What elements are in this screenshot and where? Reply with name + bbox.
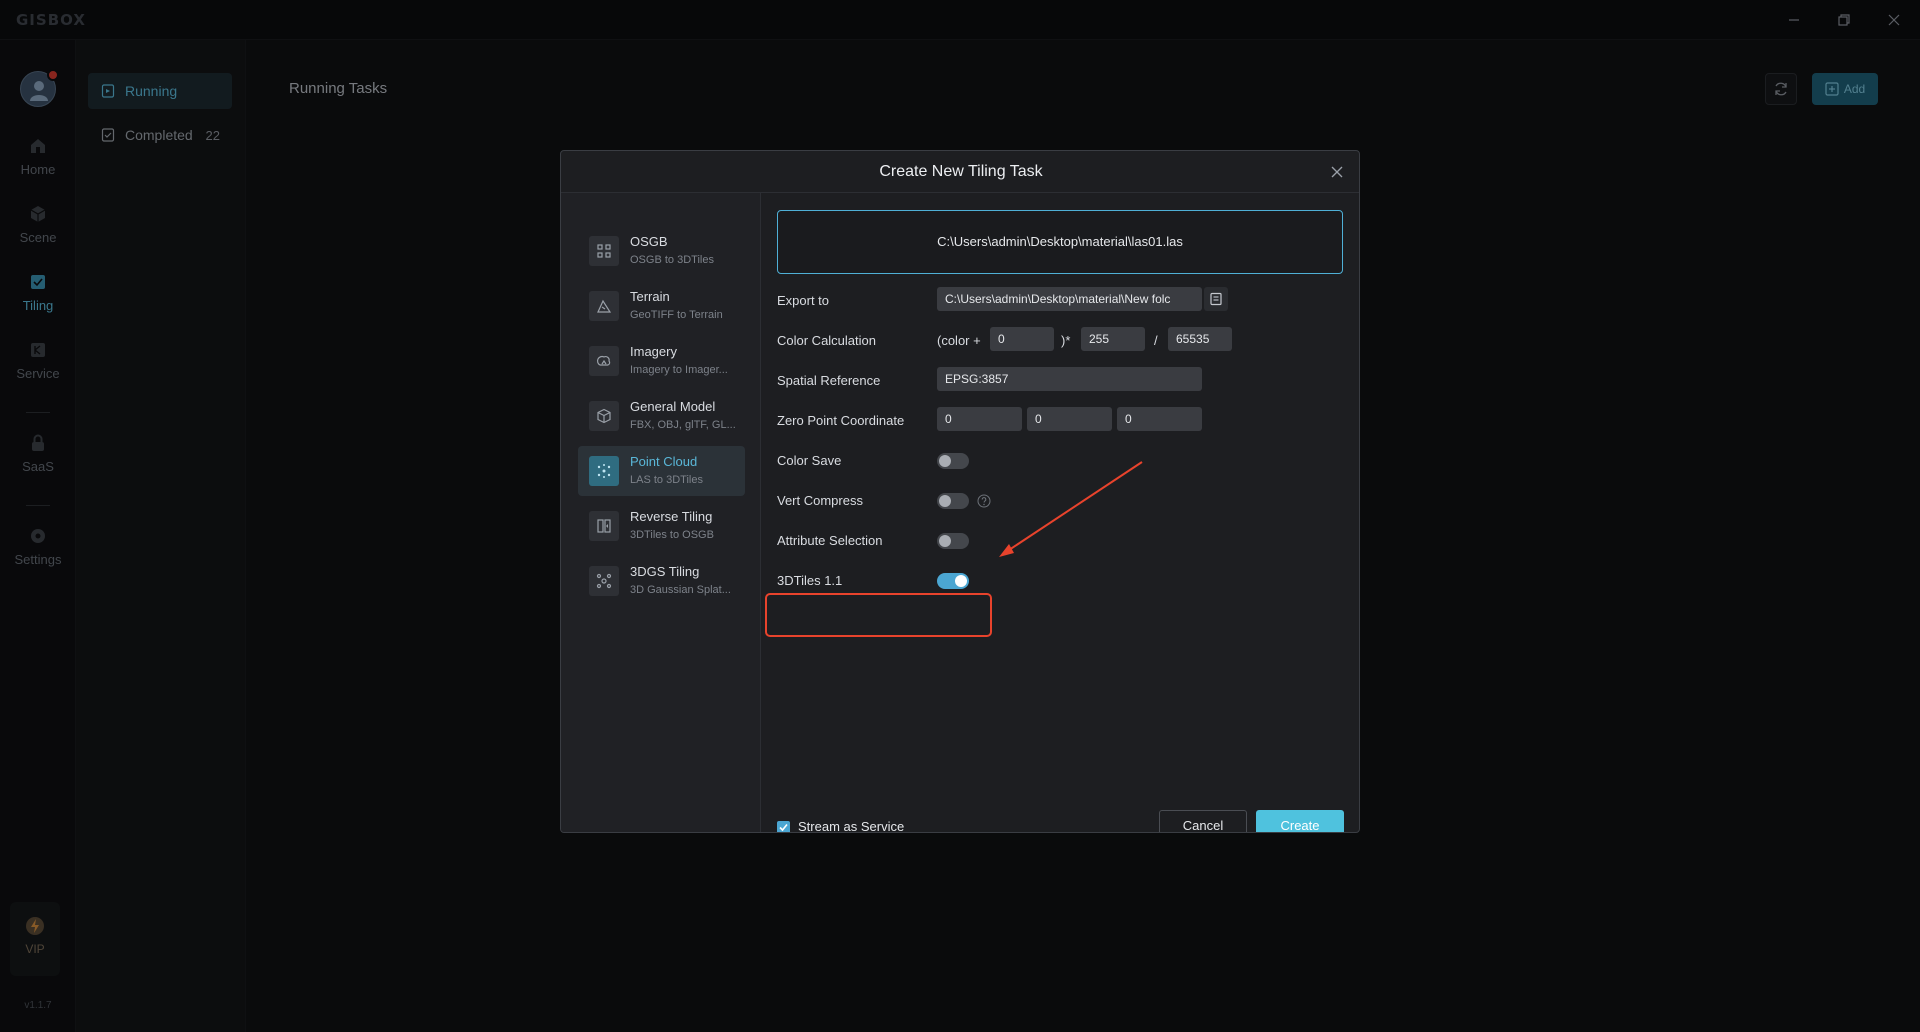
zero-x-input[interactable]: 0 bbox=[937, 407, 1022, 431]
osgb-icon bbox=[589, 236, 619, 266]
browse-folder-button[interactable] bbox=[1204, 287, 1228, 311]
file-icon bbox=[1210, 292, 1222, 306]
stream-checkbox[interactable] bbox=[777, 821, 790, 832]
type-general-model[interactable]: General Model FBX, OBJ, glTF, GL... bbox=[578, 391, 745, 441]
help-icon[interactable] bbox=[977, 494, 991, 508]
type-name: Imagery bbox=[630, 344, 677, 359]
color-divisor-input[interactable]: 65535 bbox=[1168, 327, 1232, 351]
color-calc-slash: / bbox=[1154, 333, 1158, 348]
create-task-dialog: Create New Tiling Task OSGB OSGB to 3DTi… bbox=[560, 150, 1360, 833]
export-label: Export to bbox=[777, 293, 830, 308]
tiles11-toggle[interactable] bbox=[937, 573, 969, 589]
color-multiplier-input[interactable]: 255 bbox=[1081, 327, 1145, 351]
highlight-box bbox=[765, 593, 992, 637]
zero-y-input[interactable]: 0 bbox=[1027, 407, 1112, 431]
type-desc: OSGB to 3DTiles bbox=[630, 254, 714, 266]
stream-label: Stream as Service bbox=[798, 819, 905, 833]
type-name: Terrain bbox=[630, 289, 670, 304]
type-desc: 3DTiles to OSGB bbox=[630, 529, 714, 541]
terrain-icon bbox=[589, 291, 619, 321]
type-desc: Imagery to Imager... bbox=[630, 364, 728, 376]
zero-point-label: Zero Point Coordinate bbox=[777, 413, 905, 428]
type-imagery[interactable]: Imagery Imagery to Imager... bbox=[578, 336, 745, 386]
type-desc: FBX, OBJ, glTF, GL... bbox=[630, 419, 736, 431]
type-name: Point Cloud bbox=[630, 454, 698, 469]
color-calc-prefix: (color + bbox=[937, 333, 981, 348]
model-cube-icon bbox=[589, 401, 619, 431]
task-form: C:\Users\admin\Desktop\material\las01.la… bbox=[761, 193, 1359, 833]
type-name: OSGB bbox=[630, 234, 668, 249]
cancel-button[interactable]: Cancel bbox=[1159, 810, 1247, 832]
type-desc: LAS to 3DTiles bbox=[630, 474, 703, 486]
type-name: 3DGS Tiling bbox=[630, 564, 700, 579]
close-icon[interactable] bbox=[1329, 164, 1345, 180]
vert-compress-toggle[interactable] bbox=[937, 493, 969, 509]
zero-z-input[interactable]: 0 bbox=[1117, 407, 1202, 431]
color-save-label: Color Save bbox=[777, 453, 842, 468]
export-path-input[interactable]: C:\Users\admin\Desktop\material\New folc bbox=[937, 287, 1202, 311]
type-desc: 3D Gaussian Splat... bbox=[630, 584, 731, 596]
tiles11-label: 3DTiles 1.1 bbox=[777, 573, 843, 588]
attr-selection-label: Attribute Selection bbox=[777, 533, 883, 548]
source-file-dropzone[interactable]: C:\Users\admin\Desktop\material\las01.la… bbox=[777, 210, 1343, 274]
type-3dgs-tiling[interactable]: 3DGS Tiling 3D Gaussian Splat... bbox=[578, 556, 745, 606]
create-button[interactable]: Create bbox=[1256, 810, 1344, 832]
color-calc-mid: )* bbox=[1061, 333, 1071, 348]
vert-compress-label: Vert Compress bbox=[777, 493, 863, 508]
type-terrain[interactable]: Terrain GeoTIFF to Terrain bbox=[578, 281, 745, 331]
type-osgb[interactable]: OSGB OSGB to 3DTiles bbox=[578, 226, 745, 276]
reverse-icon bbox=[589, 511, 619, 541]
type-reverse-tiling[interactable]: Reverse Tiling 3DTiles to OSGB bbox=[578, 501, 745, 551]
type-name: General Model bbox=[630, 399, 716, 414]
color-calc-label: Color Calculation bbox=[777, 333, 876, 348]
gaussian-icon bbox=[589, 566, 619, 596]
type-point-cloud[interactable]: Point Cloud LAS to 3DTiles bbox=[578, 446, 745, 496]
tiling-type-list: OSGB OSGB to 3DTiles Terrain GeoTIFF to … bbox=[561, 193, 761, 832]
imagery-icon bbox=[589, 346, 619, 376]
type-desc: GeoTIFF to Terrain bbox=[630, 309, 723, 321]
point-cloud-icon bbox=[589, 456, 619, 486]
color-save-toggle[interactable] bbox=[937, 453, 969, 469]
spatial-ref-label: Spatial Reference bbox=[777, 373, 881, 388]
type-name: Reverse Tiling bbox=[630, 509, 713, 524]
spatial-ref-input[interactable]: EPSG:3857 bbox=[937, 367, 1202, 391]
color-offset-input[interactable]: 0 bbox=[990, 327, 1054, 351]
check-icon bbox=[779, 823, 788, 832]
dialog-title: Create New Tiling Task bbox=[561, 151, 1359, 193]
attr-selection-toggle[interactable] bbox=[937, 533, 969, 549]
